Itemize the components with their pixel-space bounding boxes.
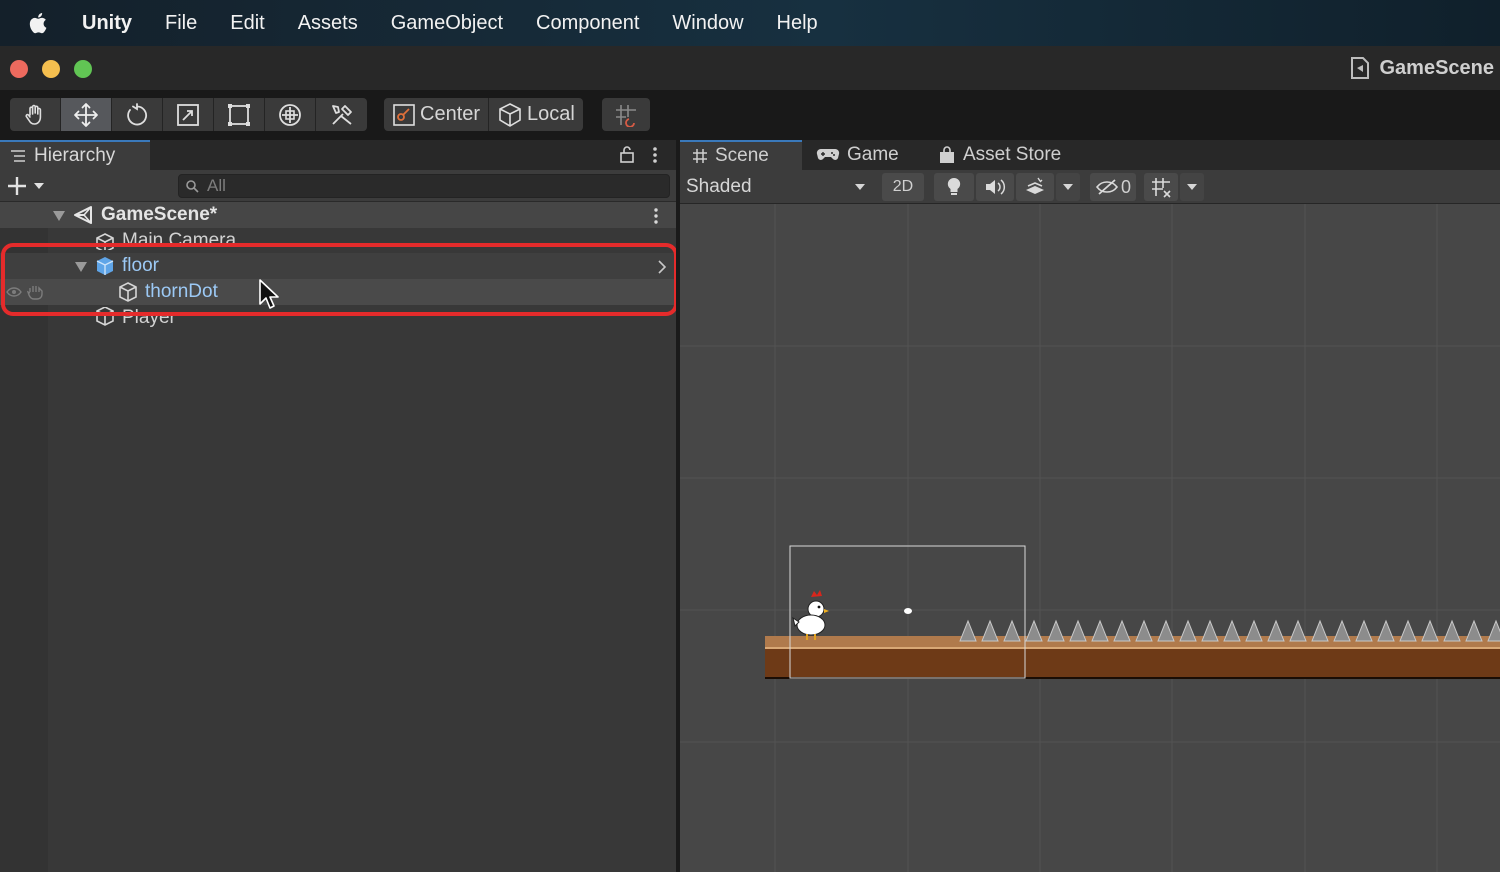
hidden-count-label: 0: [1120, 176, 1131, 197]
tab-asset-store-label: Asset Store: [963, 144, 1062, 165]
lightbulb-icon: [947, 177, 961, 195]
shopping-bag-icon: [940, 146, 954, 163]
grid-snap-icon: [616, 104, 636, 127]
menu-help[interactable]: Help: [777, 12, 818, 35]
pivot-center-icon: [393, 103, 415, 126]
hierarchy-tabstrip: Hierarchy: [0, 140, 676, 170]
apple-icon[interactable]: [26, 10, 52, 36]
create-dropdown-button[interactable]: [6, 175, 46, 197]
scene-grid-icon: [693, 149, 707, 163]
zoom-window-button[interactable]: [74, 60, 92, 78]
rotate-tool-button[interactable]: [112, 98, 163, 131]
menu-gameobject[interactable]: GameObject: [391, 12, 503, 35]
scale-tool-button[interactable]: [163, 98, 214, 131]
menu-window[interactable]: Window: [672, 12, 743, 35]
lock-icon[interactable]: [619, 145, 635, 163]
menu-file[interactable]: File: [165, 12, 197, 35]
panel-menu-icon[interactable]: [651, 145, 659, 165]
hand-icon: [25, 104, 42, 125]
tools-icon: [331, 104, 352, 125]
scene-canvas[interactable]: [680, 204, 1500, 872]
pivot-toggles: Center Local: [384, 98, 583, 131]
local-cube-icon: [499, 102, 521, 127]
transform-tool-button[interactable]: [265, 98, 316, 131]
hand-tool-button[interactable]: [10, 98, 61, 131]
menu-unity[interactable]: Unity: [82, 12, 132, 35]
pivot-local-label: Local: [527, 103, 575, 125]
scene-viewport[interactable]: [680, 204, 1500, 872]
chevron-down-icon: [34, 183, 44, 189]
grid-toggle-button[interactable]: [1144, 173, 1178, 201]
rotate-icon: [127, 102, 148, 125]
audio-toggle-button[interactable]: [976, 173, 1014, 201]
unity-scene-icon: [74, 206, 92, 224]
effects-dropdown-button[interactable]: [1056, 173, 1080, 201]
grid-snap-group: [602, 98, 650, 131]
chevron-down-icon: [1187, 184, 1197, 190]
menu-edit[interactable]: Edit: [230, 12, 264, 35]
tab-hierarchy[interactable]: Hierarchy: [0, 140, 150, 170]
tab-hierarchy-label: Hierarchy: [34, 145, 116, 166]
tab-scene-label: Scene: [715, 145, 769, 166]
window-titlebar: [0, 46, 1500, 90]
lighting-toggle-button[interactable]: [934, 173, 974, 201]
grid-settings-icon: [1152, 178, 1171, 198]
pivot-center-label: Center: [420, 103, 481, 125]
layers-effects-icon: [1026, 177, 1044, 194]
scene-root-label: GameScene*: [101, 204, 218, 225]
minimize-window-button[interactable]: [42, 60, 60, 78]
eye-slash-icon: [1095, 179, 1118, 195]
gamepad-icon: [816, 148, 840, 160]
transform-gizmo-icon: [279, 103, 301, 126]
effects-toggle-button[interactable]: [1016, 173, 1054, 201]
hidden-objects-toggle[interactable]: 0: [1090, 173, 1136, 201]
hierarchy-list-icon: [11, 150, 25, 162]
window-title-label: GameScene: [1379, 56, 1494, 79]
hierarchy-search-input[interactable]: All: [178, 174, 670, 198]
toggle-2d-button[interactable]: 2D: [882, 173, 924, 201]
tab-game[interactable]: Game: [804, 140, 924, 170]
draw-mode-dropdown[interactable]: Shaded: [680, 174, 872, 200]
mouse-cursor-icon: [259, 279, 279, 309]
move-arrows-icon: [74, 102, 98, 127]
menubar: Unity File Edit Assets GameObject Compon…: [0, 0, 1500, 46]
chevron-down-icon: [855, 184, 865, 190]
scene-file-icon: [1351, 57, 1370, 79]
tab-asset-store[interactable]: Asset Store: [926, 140, 1086, 170]
scene-tabstrip: Scene Game Asset Store: [680, 140, 1500, 170]
highlight-annotation: [1, 243, 678, 316]
hierarchy-search-row: All: [0, 170, 676, 202]
close-window-button[interactable]: [10, 60, 28, 78]
menu-assets[interactable]: Assets: [298, 12, 358, 35]
tab-game-label: Game: [847, 144, 899, 165]
scene-view-toolbar: Shaded 2D 0: [680, 170, 1500, 204]
main-toolbar: Center Local: [0, 90, 1500, 140]
scale-icon: [177, 103, 199, 126]
grid-dropdown-button[interactable]: [1180, 173, 1204, 201]
draw-mode-label: Shaded: [686, 176, 752, 197]
tab-scene[interactable]: Scene: [680, 140, 802, 170]
scene-root-row[interactable]: GameScene*: [0, 202, 676, 228]
rect-tool-button[interactable]: [214, 98, 265, 131]
scene-menu-icon[interactable]: [652, 207, 660, 225]
toggle-2d-label: 2D: [892, 178, 914, 195]
search-placeholder: All: [207, 176, 226, 195]
search-icon: [186, 180, 199, 193]
pivot-handle[interactable]: [904, 608, 912, 614]
menu-component[interactable]: Component: [536, 12, 639, 35]
pivot-center-button[interactable]: Center: [384, 98, 490, 131]
transform-tools: [10, 98, 367, 131]
plus-icon: [8, 177, 26, 195]
floor-sprite[interactable]: [765, 636, 1500, 679]
collapse-arrow-icon[interactable]: [52, 210, 66, 222]
speaker-icon: [986, 179, 1006, 195]
window-title: GameScene: [1350, 55, 1494, 81]
rect-transform-icon: [228, 103, 250, 126]
custom-tool-button[interactable]: [316, 98, 367, 131]
chevron-down-icon: [1063, 184, 1073, 190]
move-tool-button[interactable]: [61, 98, 112, 131]
scene-panel: Scene Game Asset Store Shaded 2D 0: [680, 140, 1500, 872]
pivot-local-button[interactable]: Local: [489, 98, 583, 131]
grid-snap-button[interactable]: [602, 98, 650, 131]
